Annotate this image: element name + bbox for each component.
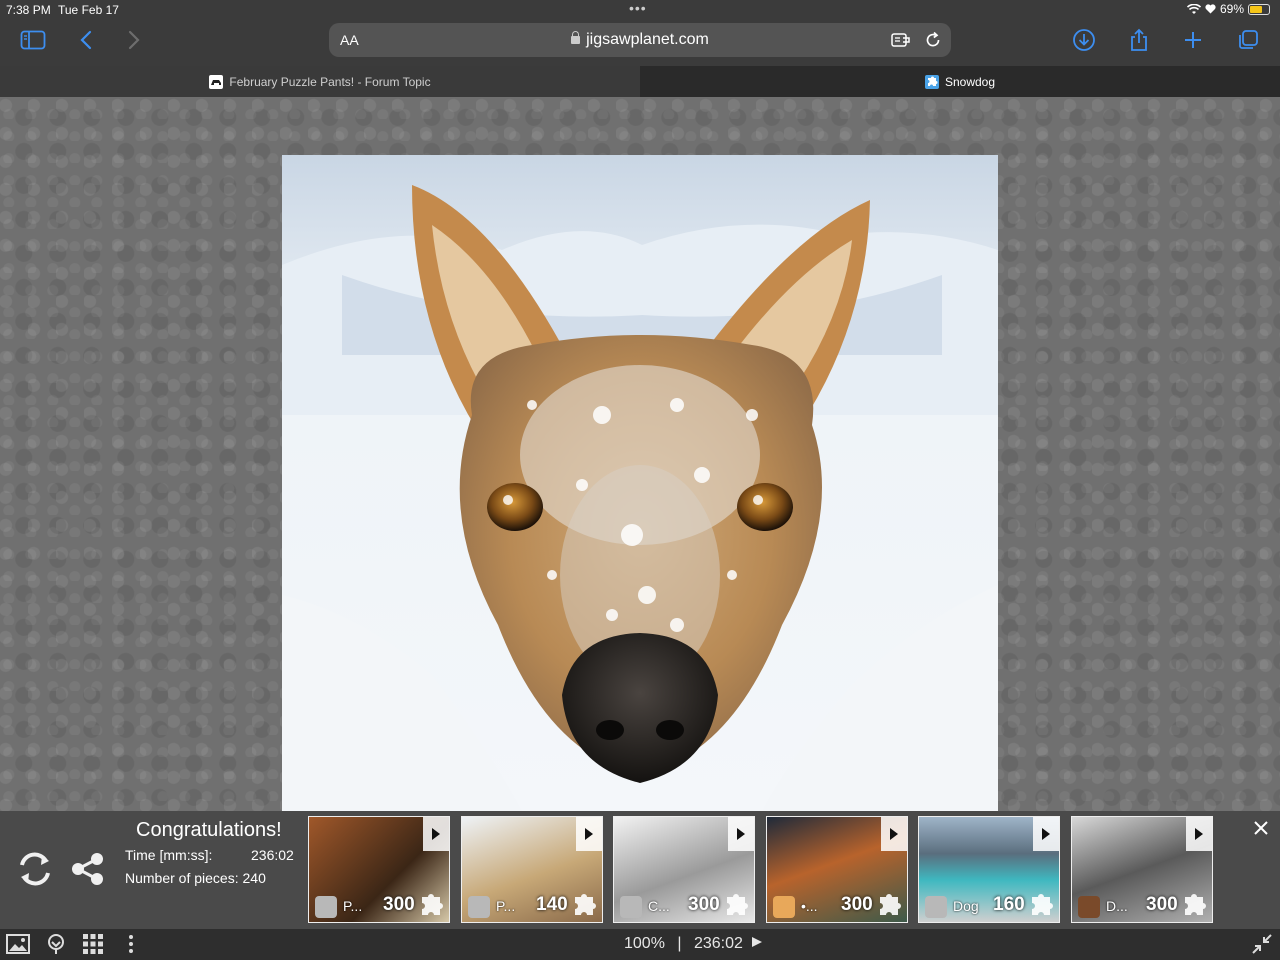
completed-puzzle-image[interactable] xyxy=(282,155,998,811)
piece-count: 160 xyxy=(993,894,1025,915)
play-timer-icon[interactable] xyxy=(751,936,763,948)
tab-label: Snowdog xyxy=(944,74,996,89)
tabs-icon[interactable] xyxy=(1232,26,1264,54)
play-icon[interactable] xyxy=(1186,817,1212,851)
avatar xyxy=(773,896,795,918)
tab-bar: February Puzzle Pants! - Forum Topic × S… xyxy=(0,66,1280,97)
wifi-icon xyxy=(1186,3,1201,14)
url-text[interactable]: jigsawplanet.com xyxy=(329,31,951,49)
puzzle-creator: •... xyxy=(801,898,818,914)
share-icon[interactable] xyxy=(1123,26,1155,54)
avatar xyxy=(620,896,642,918)
suggested-puzzle-thumbnail[interactable]: P... 300 xyxy=(308,816,450,923)
avatar xyxy=(468,896,490,918)
puzzle-creator: P... xyxy=(343,898,363,914)
image-preview-icon[interactable] xyxy=(6,933,30,955)
more-menu-icon[interactable] xyxy=(119,933,143,955)
piece-count: 300 xyxy=(383,894,415,915)
tab-forum-topic[interactable]: February Puzzle Pants! - Forum Topic × xyxy=(0,66,661,97)
heart-icon xyxy=(1205,4,1216,14)
battery-icon xyxy=(1248,3,1270,15)
ghost-image-icon[interactable] xyxy=(44,933,68,955)
multitasking-dots-icon[interactable]: ••• xyxy=(629,0,647,16)
play-icon[interactable] xyxy=(728,817,754,851)
lock-icon xyxy=(571,31,581,44)
piece-count: 300 xyxy=(1146,894,1178,915)
restart-icon[interactable] xyxy=(16,851,54,892)
tab-snowdog[interactable]: Snowdog xyxy=(640,66,1280,97)
reload-icon[interactable] xyxy=(923,30,943,50)
time-label: Time [mm:ss]: xyxy=(125,847,213,863)
url-domain: jigsawplanet.com xyxy=(586,31,709,48)
piece-count: 140 xyxy=(536,894,568,915)
status-date: Tue Feb 17 xyxy=(58,3,119,17)
puzzle-piece-icon xyxy=(575,894,596,915)
puzzle-piece-icon xyxy=(1185,894,1206,915)
status-bar: 7:38 PM Tue Feb 17 ••• 69% xyxy=(0,0,1280,20)
forum-favicon-icon xyxy=(209,74,224,89)
puzzle-play-area[interactable] xyxy=(0,97,1280,811)
close-panel-icon[interactable] xyxy=(1253,820,1269,841)
grid-icon[interactable] xyxy=(81,933,105,955)
result-panel: Congratulations! Time [mm:ss]: 236:02 Nu… xyxy=(0,811,1280,929)
status-right: 69% xyxy=(1186,2,1270,16)
pieces-row: Number of pieces: 240 xyxy=(125,870,266,886)
piece-count: 300 xyxy=(688,894,720,915)
puzzle-creator: C... xyxy=(648,898,670,914)
suggested-puzzle-thumbnail[interactable]: C... 300 xyxy=(613,816,755,923)
puzzle-piece-icon xyxy=(422,894,443,915)
play-icon[interactable] xyxy=(881,817,907,851)
address-bar[interactable]: AA jigsawplanet.com xyxy=(329,23,951,57)
avatar xyxy=(925,896,947,918)
suggested-puzzle-thumbnail[interactable]: P... 140 xyxy=(461,816,603,923)
zoom-level: 100% xyxy=(624,935,665,952)
puzzle-creator: D... xyxy=(1106,898,1128,914)
back-icon[interactable] xyxy=(70,26,102,54)
puzzle-piece-icon xyxy=(727,894,748,915)
play-icon[interactable] xyxy=(423,817,449,851)
puzzle-bottom-bar: 100% | 236:02 xyxy=(0,929,1280,960)
jigsawplanet-favicon-icon xyxy=(924,74,939,89)
forward-icon[interactable] xyxy=(118,26,150,54)
puzzle-piece-icon xyxy=(1032,894,1053,915)
reader-extension-icon[interactable] xyxy=(891,30,911,50)
status-separator: | xyxy=(677,935,682,952)
avatar xyxy=(315,896,337,918)
exit-fullscreen-icon[interactable] xyxy=(1250,933,1274,955)
play-icon[interactable] xyxy=(1033,817,1059,851)
suggested-puzzle-thumbnail[interactable]: Dog 160 xyxy=(918,816,1060,923)
puzzle-creator: P... xyxy=(496,898,516,914)
plus-icon[interactable] xyxy=(1177,26,1209,54)
puzzle-piece-icon xyxy=(880,894,901,915)
browser-toolbar: AA jigsawplanet.com xyxy=(0,20,1280,66)
puzzle-status: 100% | 236:02 xyxy=(624,935,763,953)
suggested-puzzle-thumbnail[interactable]: D... 300 xyxy=(1071,816,1213,923)
time-row: Time [mm:ss]: 236:02 xyxy=(125,847,294,863)
puzzle-creator: Dog xyxy=(953,898,979,914)
suggested-puzzle-thumbnail[interactable]: •... 300 xyxy=(766,816,908,923)
congratulations-title: Congratulations! xyxy=(136,819,282,841)
tab-label: February Puzzle Pants! - Forum Topic xyxy=(229,74,431,89)
avatar xyxy=(1078,896,1100,918)
pieces-label: Number of pieces: 240 xyxy=(125,870,266,886)
sidebar-icon[interactable] xyxy=(17,26,49,54)
time-value: 236:02 xyxy=(251,847,294,863)
play-icon[interactable] xyxy=(576,817,602,851)
download-icon[interactable] xyxy=(1068,26,1100,54)
share-network-icon[interactable] xyxy=(70,852,106,891)
piece-count: 300 xyxy=(841,894,873,915)
status-time: 7:38 PM xyxy=(6,3,51,17)
battery-percent: 69% xyxy=(1219,2,1244,16)
timer-value: 236:02 xyxy=(693,935,743,952)
